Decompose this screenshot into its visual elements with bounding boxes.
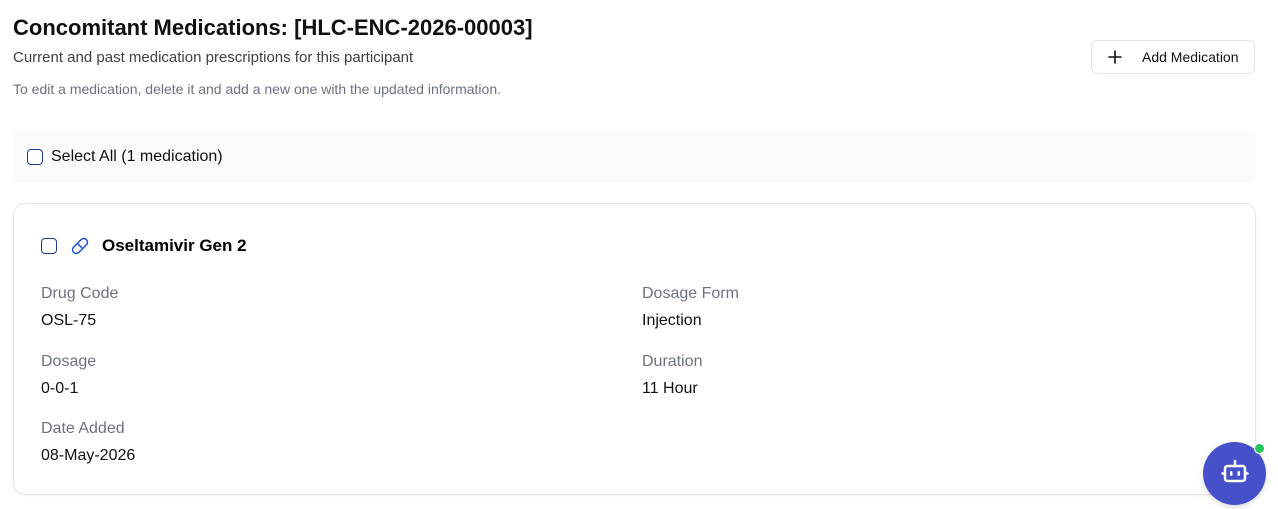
field-duration: Duration 11 Hour	[642, 353, 702, 398]
duration-value: 11 Hour	[642, 380, 698, 397]
page-header: Concomitant Medications: [HLC-ENC-2026-0…	[13, 14, 533, 98]
field-date-added: Date Added 08-May-2026	[41, 420, 135, 465]
plus-icon	[1108, 50, 1122, 64]
select-all-label[interactable]: Select All (1 medication)	[51, 148, 223, 166]
medication-card-header: Oseltamivir Gen 2	[41, 236, 247, 256]
dosage-label: Dosage	[41, 353, 97, 370]
field-drug-code: Drug Code OSL-75	[41, 285, 118, 330]
drug-code-value: OSL-75	[41, 312, 97, 329]
medication-name: Oseltamivir Gen 2	[102, 236, 247, 255]
edit-hint: To edit a medication, delete it and add …	[13, 81, 501, 97]
dosage-form-label: Dosage Form	[642, 285, 739, 302]
date-added-label: Date Added	[41, 420, 125, 437]
pill-icon	[71, 237, 89, 255]
dosage-value: 0-0-1	[41, 380, 79, 397]
page-subtitle: Current and past medication prescription…	[13, 49, 414, 66]
field-dosage: Dosage 0-0-1	[41, 353, 96, 398]
field-dosage-form: Dosage Form Injection	[642, 285, 739, 330]
duration-label: Duration	[642, 353, 703, 370]
medication-checkbox[interactable]	[41, 238, 57, 254]
medications-page: Concomitant Medications: [HLC-ENC-2026-0…	[0, 0, 1278, 509]
add-medication-button[interactable]: Add Medication	[1091, 40, 1255, 74]
medication-card: Oseltamivir Gen 2 Drug Code OSL-75 Dosag…	[13, 203, 1256, 495]
add-medication-label: Add Medication	[1142, 49, 1239, 65]
drug-code-label: Drug Code	[41, 285, 119, 302]
date-added-value: 08-May-2026	[41, 447, 136, 464]
select-all-checkbox[interactable]	[27, 148, 43, 165]
online-status-indicator	[1254, 443, 1265, 454]
robot-icon	[1220, 456, 1250, 491]
select-all-bar: Select All (1 medication)	[13, 130, 1256, 183]
page-title: Concomitant Medications: [HLC-ENC-2026-0…	[13, 15, 533, 40]
dosage-form-value: Injection	[642, 312, 702, 329]
